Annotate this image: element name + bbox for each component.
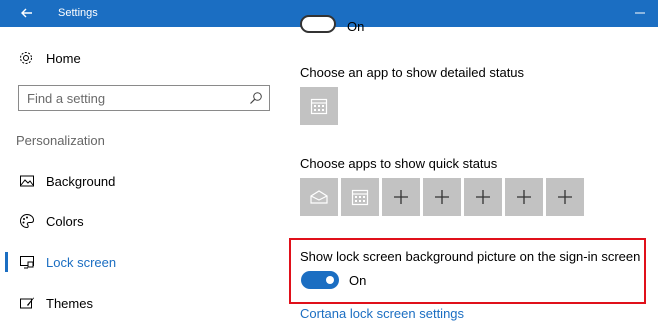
calendar-icon <box>351 189 369 206</box>
home-nav-item[interactable]: Home <box>18 48 81 68</box>
home-label: Home <box>46 50 81 66</box>
active-indicator <box>5 211 8 231</box>
sidebar-item-background[interactable]: Background <box>0 169 283 193</box>
sidebar-item-label: Themes <box>46 295 93 311</box>
calendar-icon <box>310 98 328 115</box>
sidebar: Home Personalization Background Colors <box>0 27 283 329</box>
palette-icon <box>20 213 35 229</box>
toggle-knob <box>326 276 334 284</box>
back-arrow-icon[interactable] <box>17 3 37 23</box>
section-title: Personalization <box>16 133 105 148</box>
sidebar-item-label: Background <box>46 173 116 189</box>
sidebar-item-themes[interactable]: Themes <box>0 291 283 315</box>
cortana-lock-screen-settings-link[interactable]: Cortana lock screen settings <box>300 306 464 321</box>
window-title: Settings <box>58 7 98 19</box>
active-indicator <box>5 293 8 313</box>
quick-status-tile-add[interactable] <box>546 178 584 216</box>
sign-in-background-highlight: Show lock screen background picture on t… <box>289 238 646 304</box>
sidebar-item-lock-screen[interactable]: Lock screen <box>0 250 283 274</box>
search-box[interactable] <box>18 85 270 111</box>
plus-icon <box>558 190 572 204</box>
quick-status-tile-add[interactable] <box>423 178 461 216</box>
image-icon <box>20 175 34 187</box>
active-indicator <box>5 252 8 272</box>
quick-status-heading: Choose apps to show quick status <box>300 156 498 171</box>
sidebar-item-label: Lock screen <box>46 254 117 270</box>
gear-icon <box>20 52 32 64</box>
sign-in-background-state: On <box>349 273 367 288</box>
search-input[interactable] <box>19 86 249 110</box>
detailed-status-heading: Choose an app to show detailed status <box>300 65 525 80</box>
plus-icon <box>476 190 490 204</box>
search-icon[interactable] <box>249 91 263 105</box>
partial-toggle-state: On <box>347 19 365 34</box>
quick-status-tile-mail[interactable] <box>300 178 338 216</box>
lock-screen-icon <box>20 256 34 269</box>
quick-status-tile-add[interactable] <box>505 178 543 216</box>
plus-icon <box>517 190 531 204</box>
sidebar-item-label: Colors <box>46 213 84 229</box>
sign-in-background-label: Show lock screen background picture on t… <box>300 249 641 264</box>
quick-status-tile-add[interactable] <box>464 178 502 216</box>
sign-in-background-toggle[interactable] <box>301 271 339 289</box>
plus-icon <box>435 190 449 204</box>
plus-icon <box>394 190 408 204</box>
partial-toggle[interactable] <box>300 15 336 33</box>
minimize-icon[interactable] <box>633 5 647 19</box>
main-content: On Choose an app to show detailed status… <box>283 15 658 329</box>
mail-icon <box>310 190 328 204</box>
quick-status-tile-add[interactable] <box>382 178 420 216</box>
detailed-status-app-tile[interactable] <box>300 87 338 125</box>
brush-icon <box>20 297 34 309</box>
quick-status-tile-calendar[interactable] <box>341 178 379 216</box>
active-indicator <box>5 171 8 191</box>
sidebar-item-colors[interactable]: Colors <box>0 209 283 233</box>
